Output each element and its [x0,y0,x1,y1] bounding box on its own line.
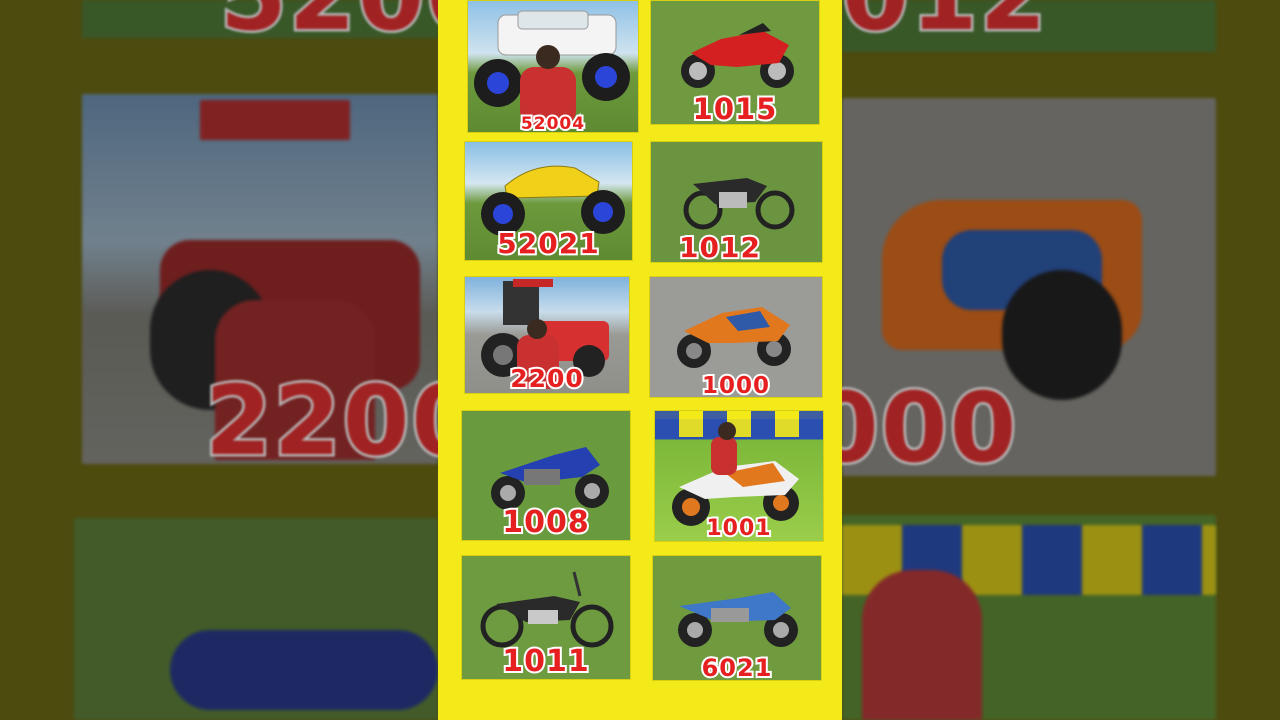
vehicle-card-1015[interactable]: 1015 [650,0,820,125]
vehicle-card-1011[interactable]: 1011 [461,555,631,680]
vehicle-code-label: 2200 [508,362,585,393]
vehicle-code-label: 1015 [691,90,779,125]
vehicle-code-label: 1008 [500,503,591,540]
vehicle-code-label: 52004 [519,112,586,133]
vehicle-code-label: 6021 [700,652,774,681]
vehicle-card-1008[interactable]: 1008 [461,410,631,541]
backdrop-left: 5200 2200 [0,0,438,720]
vehicle-card-6021[interactable]: 6021 [652,555,822,681]
vehicle-code-label: 52021 [495,225,600,260]
vehicle-code-label: 1000 [700,371,771,398]
vehicle-card-52004[interactable]: 52004 [467,0,639,133]
vehicle-card-52021[interactable]: 52021 [464,141,633,261]
vehicle-code-label: 1001 [704,514,772,541]
vehicle-card-1012[interactable]: 1012 [650,141,823,263]
vehicle-code-label: 1012 [677,229,762,263]
vehicle-card-1000[interactable]: 1000 [649,276,823,398]
backdrop-right: 012 000 [842,0,1280,720]
vehicle-card-2200[interactable]: 2200 [464,276,630,394]
vehicle-card-1001[interactable]: 1001 [654,410,824,542]
vehicle-code-label: 1011 [500,642,591,679]
vehicle-codes-panel: 52004 1015 52021 1012 2200 1000 1008 100… [438,0,842,720]
monster-suv-icon [474,10,630,125]
